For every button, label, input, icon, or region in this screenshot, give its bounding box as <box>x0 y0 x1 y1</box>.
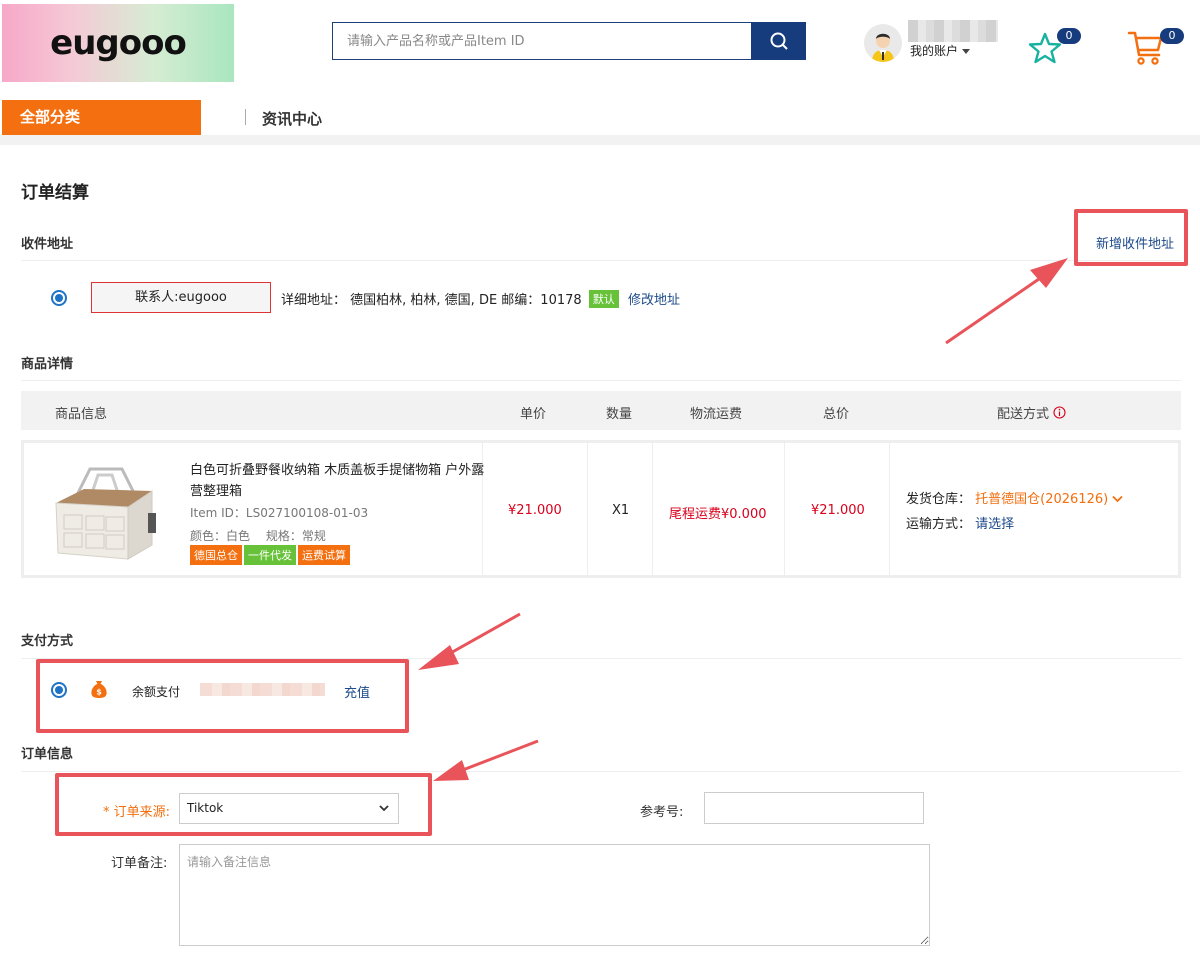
address-section-title: 收件地址 <box>21 237 74 252</box>
avatar[interactable] <box>864 24 902 62</box>
all-categories-button[interactable]: 全部分类 <box>2 100 201 135</box>
chevron-down-icon <box>1112 495 1123 503</box>
product-name[interactable]: 白色可折叠野餐收纳箱 木质盖板手提储物箱 户外露营整理箱 <box>190 460 485 502</box>
tag-warehouse: 德国总仓 <box>190 545 242 565</box>
info-icon[interactable] <box>1053 406 1066 419</box>
product-tags: 德国总仓 一件代发 运费试算 <box>190 545 352 565</box>
tag-dropship: 一件代发 <box>244 545 296 565</box>
product-item-id: Item ID：LS027100108-01-03 <box>190 506 369 520</box>
remark-label: 订单备注: <box>111 856 168 871</box>
warehouse-field: 发货仓库： 托普德国仓(2026126) <box>906 488 1123 507</box>
favorites-button[interactable]: 0 <box>1027 28 1081 70</box>
column-header-unit-price: 单价 <box>520 407 547 422</box>
cart-count-badge: 0 <box>1160 28 1184 44</box>
address-contact: 联系人:eugooo <box>91 282 271 313</box>
transport-label: 运输方式： <box>906 517 972 532</box>
user-avatar-icon <box>864 24 902 62</box>
nav-item-news[interactable]: 资讯中心 <box>262 108 322 129</box>
caret-down-icon <box>962 49 971 54</box>
address-detail: 详细地址： 德国柏林, 柏林, 德国, DE 邮编：10178 默认 修改地址 <box>281 289 680 308</box>
username-masked <box>908 20 998 42</box>
warehouse-label: 发货仓库： <box>906 492 972 507</box>
total-price: ¥21.000 <box>811 503 865 518</box>
highlight-box <box>55 773 432 836</box>
transport-select[interactable]: 请选择 <box>975 517 1014 532</box>
logo-text: eugooo <box>50 23 187 63</box>
product-table-header: 商品信息 单价 数量 物流运费 总价 配送方式 <box>21 391 1181 430</box>
payment-section-title: 支付方式 <box>21 634 74 649</box>
transport-field: 运输方式： 请选择 <box>906 513 1014 532</box>
reference-label: 参考号: <box>640 805 684 820</box>
cell-divider <box>587 443 588 575</box>
warehouse-select[interactable]: 托普德国仓(2026126) <box>975 492 1123 507</box>
column-header-quantity: 数量 <box>606 407 633 422</box>
tag-freight-calc[interactable]: 运费试算 <box>298 545 350 565</box>
favorites-count-badge: 0 <box>1057 28 1081 44</box>
cell-divider <box>652 443 653 575</box>
divider <box>21 771 1181 772</box>
shipping-fee: 尾程运费¥0.000 <box>669 507 767 522</box>
delivery-label: 配送方式 <box>997 407 1050 422</box>
highlight-box <box>1074 209 1188 266</box>
table-row: 白色可折叠野餐收纳箱 木质盖板手提储物箱 户外露营整理箱 Item ID：LS0… <box>21 440 1181 578</box>
order-info-section-title: 订单信息 <box>21 747 74 762</box>
address-detail-label: 详细地址： <box>281 293 347 308</box>
product-spec: 规格：常规 <box>265 529 326 543</box>
search-input[interactable] <box>332 22 751 60</box>
cell-divider <box>889 443 890 575</box>
column-header-shipping-fee: 物流运费 <box>690 407 743 422</box>
product-image[interactable] <box>48 463 160 563</box>
divider <box>21 260 1181 261</box>
column-header-total: 总价 <box>823 407 850 422</box>
page-title: 订单结算 <box>21 183 89 203</box>
search-bar <box>332 22 806 60</box>
address-detail-value: 德国柏林, 柏林, 德国, DE 邮编：10178 <box>350 293 582 308</box>
unit-price: ¥21.000 <box>508 503 562 518</box>
product-attributes: 颜色：白色 规格：常规 <box>190 527 326 544</box>
product-color: 颜色：白色 <box>190 529 251 543</box>
account-menu[interactable]: 我的账户 <box>910 42 971 59</box>
column-header-delivery: 配送方式 <box>997 403 1066 422</box>
reference-input[interactable] <box>704 792 924 824</box>
quantity: X1 <box>612 503 630 518</box>
nav-separator <box>245 109 246 125</box>
site-logo[interactable]: eugooo <box>2 4 234 82</box>
search-button[interactable] <box>751 22 806 60</box>
edit-address-link[interactable]: 修改地址 <box>628 293 680 308</box>
divider <box>21 380 1181 381</box>
cell-divider <box>784 443 785 575</box>
cart-button[interactable]: 0 <box>1126 28 1184 72</box>
products-section-title: 商品详情 <box>21 357 74 372</box>
address-radio[interactable] <box>51 290 67 306</box>
default-badge: 默认 <box>588 290 619 308</box>
search-icon <box>770 32 788 50</box>
warehouse-value: 托普德国仓(2026126) <box>975 492 1109 507</box>
nav-divider <box>0 135 1200 145</box>
account-label: 我的账户 <box>910 44 959 58</box>
highlight-box <box>36 659 409 733</box>
remark-textarea[interactable] <box>179 844 930 946</box>
column-header-product: 商品信息 <box>55 407 108 422</box>
